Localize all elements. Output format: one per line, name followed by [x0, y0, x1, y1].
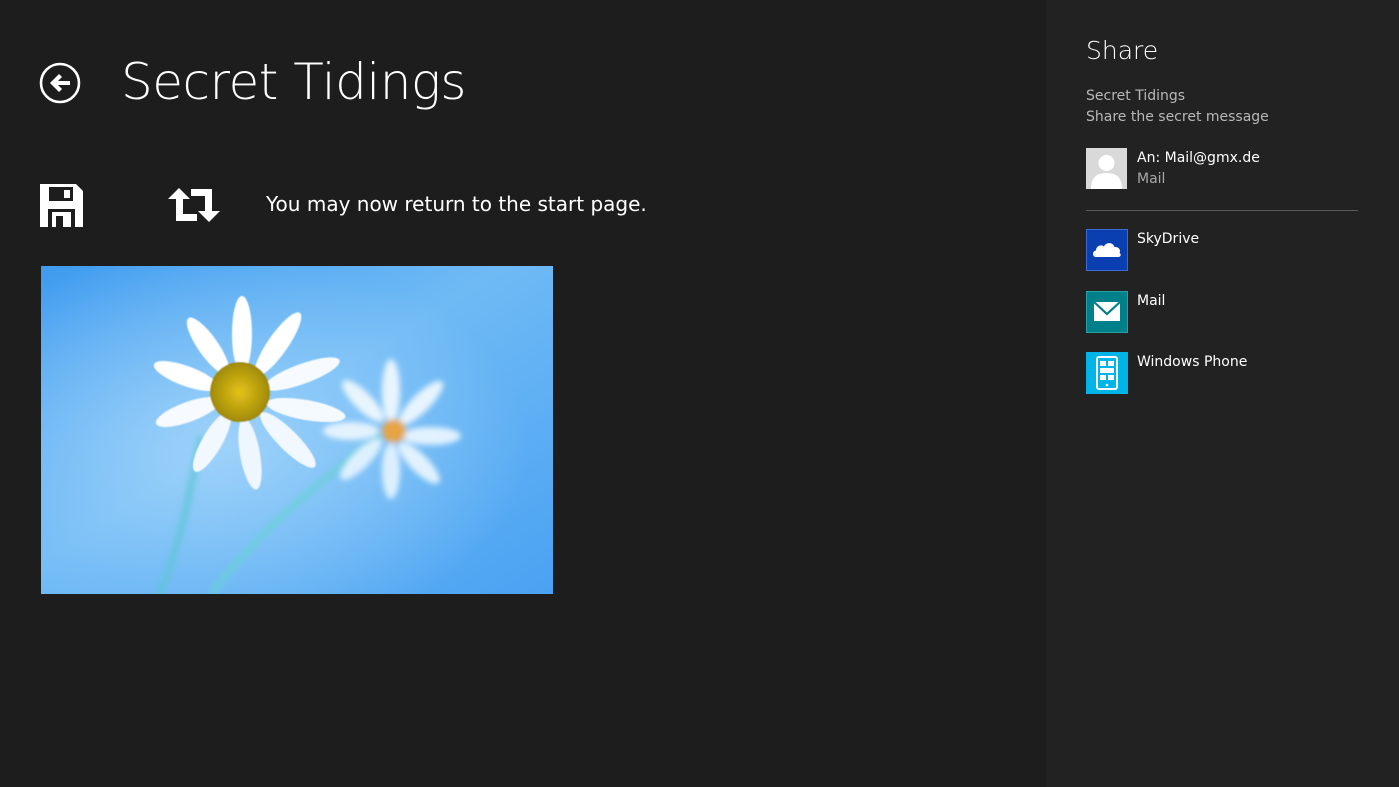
share-target-mail[interactable]: Mail	[1086, 291, 1358, 333]
contact-address: An: Mail@gmx.de	[1137, 150, 1260, 166]
status-message: You may now return to the start page.	[266, 192, 647, 216]
share-title: Share	[1086, 36, 1159, 65]
share-description: Share the secret message	[1086, 109, 1269, 125]
share-target-label: Mail	[1137, 293, 1166, 309]
back-arrow-icon	[39, 62, 81, 104]
save-button[interactable]	[40, 184, 83, 227]
cloud-icon	[1086, 229, 1128, 271]
phone-icon	[1086, 352, 1128, 394]
share-target-label: Windows Phone	[1137, 354, 1248, 370]
refresh-icon	[168, 188, 220, 222]
daisy-photo	[41, 266, 553, 594]
envelope-icon	[1086, 291, 1128, 333]
share-target-label: SkyDrive	[1137, 231, 1200, 247]
page-title: Secret Tidings	[121, 53, 466, 111]
floppy-disk-icon	[40, 184, 83, 227]
share-target-skydrive[interactable]: SkyDrive	[1086, 229, 1358, 271]
share-app-name: Secret Tidings	[1086, 88, 1186, 104]
share-contact-item[interactable]: An: Mail@gmx.de Mail	[1086, 148, 1358, 190]
back-button[interactable]	[39, 62, 81, 104]
share-target-windows-phone[interactable]: Windows Phone	[1086, 352, 1358, 394]
contact-app: Mail	[1137, 171, 1166, 187]
person-avatar-icon	[1086, 148, 1127, 189]
share-pane: Share Secret Tidings Share the secret me…	[1046, 0, 1399, 787]
share-divider	[1086, 210, 1358, 211]
app-main-area: Secret Tidings You may now return to the…	[0, 0, 1046, 787]
refresh-button[interactable]	[168, 186, 220, 224]
